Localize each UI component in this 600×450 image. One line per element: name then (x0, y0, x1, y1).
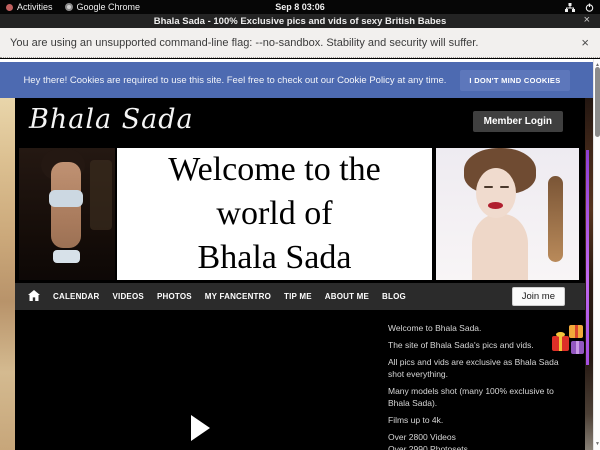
page-background-left (0, 97, 15, 450)
video-player[interactable] (15, 310, 385, 450)
infobar-close-icon[interactable]: × (581, 36, 589, 49)
activities-label: Activities (17, 2, 53, 12)
about-paragraph: All pics and vids are exclusive as Bhala… (388, 356, 571, 380)
stat-videos: Over 2800 Videos (388, 431, 571, 443)
desktop-screen: Activities Google Chrome Sep 8 03:06 Bha… (0, 0, 600, 450)
flag-infobar: You are using an unsupported command-lin… (0, 28, 600, 58)
stat-photosets: Over 2990 Photosets (388, 443, 571, 450)
about-paragraph: Welcome to Bhala Sada. (388, 322, 571, 334)
site-logo[interactable]: Bhala Sada (29, 104, 194, 135)
hero-heading-line: Welcome to the (117, 148, 432, 192)
site-header: Bhala Sada Member Login (15, 98, 585, 145)
cookie-policy-link[interactable]: Cookie Policy (337, 75, 395, 86)
hero-image-left (19, 148, 115, 280)
nav-item-about-me[interactable]: ABOUT ME (325, 292, 369, 301)
scrollbar-thumb[interactable] (595, 67, 600, 137)
hero-heading: Welcome to the world of Bhala Sada (117, 148, 432, 280)
member-login-button[interactable]: Member Login (473, 111, 563, 132)
chrome-icon (65, 3, 73, 11)
cookie-notice-bar: Hey there! Cookies are required to use t… (0, 62, 593, 98)
hero-heading-line: Bhala Sada (117, 236, 432, 280)
cookie-message-prefix: Hey there! Cookies are required to use t… (23, 75, 337, 86)
about-paragraph: Many models shot (many 100% exclusive to… (388, 385, 571, 409)
nav-item-tip-me[interactable]: TIP ME (284, 292, 312, 301)
window-title-bar[interactable]: Bhala Sada - 100% Exclusive pics and vid… (0, 14, 600, 28)
hero-heading-line: world of (117, 192, 432, 236)
about-text: Welcome to Bhala Sada. The site of Bhala… (388, 322, 571, 450)
nav-item-my-fancentro[interactable]: MY FANCENTRO (205, 292, 271, 301)
gift-icon (552, 336, 569, 351)
activities-button[interactable]: Activities (0, 0, 59, 14)
chrome-label: Google Chrome (77, 2, 141, 12)
accept-cookies-button[interactable]: I DON'T MIND COOKIES (460, 70, 569, 91)
scroll-down-icon[interactable]: ▼ (594, 440, 600, 448)
about-paragraph: The site of Bhala Sada's pics and vids. (388, 339, 571, 351)
flag-message: You are using an unsupported command-lin… (10, 37, 478, 49)
about-paragraph: Films up to 4k. (388, 414, 571, 426)
cookie-message-suffix: at any time. (395, 75, 447, 86)
play-icon[interactable] (191, 415, 210, 441)
main-section: Welcome to Bhala Sada. The site of Bhala… (15, 310, 585, 450)
nav-item-blog[interactable]: BLOG (382, 292, 406, 301)
hero-right-art (548, 176, 563, 262)
window-close-icon[interactable]: × (584, 14, 590, 28)
nav-item-photos[interactable]: PHOTOS (157, 292, 192, 301)
about-stats: Over 2800 Videos Over 2990 Photosets (388, 431, 571, 450)
system-top-bar: Activities Google Chrome Sep 8 03:06 (0, 0, 600, 14)
browser-viewport: Hey there! Cookies are required to use t… (0, 59, 600, 450)
gift-widget[interactable] (552, 325, 588, 371)
power-icon (585, 3, 594, 12)
gift-icon (569, 325, 583, 338)
gift-icon (571, 341, 584, 354)
home-icon (28, 288, 40, 306)
network-icon (565, 3, 575, 12)
hero-image-right (436, 148, 579, 280)
nav-home-button[interactable] (28, 288, 40, 306)
scrollbar[interactable]: ▲ ▼ (593, 59, 600, 450)
nav-item-videos[interactable]: VIDEOS (113, 292, 144, 301)
nav-item-calendar[interactable]: CALENDAR (53, 292, 100, 301)
window-title: Bhala Sada - 100% Exclusive pics and vid… (154, 16, 447, 27)
join-me-button[interactable]: Join me (512, 287, 565, 306)
hero-banner: Welcome to the world of Bhala Sada (15, 145, 585, 283)
cookie-message: Hey there! Cookies are required to use t… (23, 75, 446, 86)
chrome-taskbar-button[interactable]: Google Chrome (59, 0, 147, 14)
site-content: Bhala Sada Member Login Welcome to the w… (15, 98, 585, 450)
site-nav-bar: CALENDAR VIDEOS PHOTOS MY FANCENTRO TIP … (15, 283, 585, 310)
system-tray[interactable] (565, 0, 594, 14)
activities-indicator-icon (6, 4, 13, 11)
